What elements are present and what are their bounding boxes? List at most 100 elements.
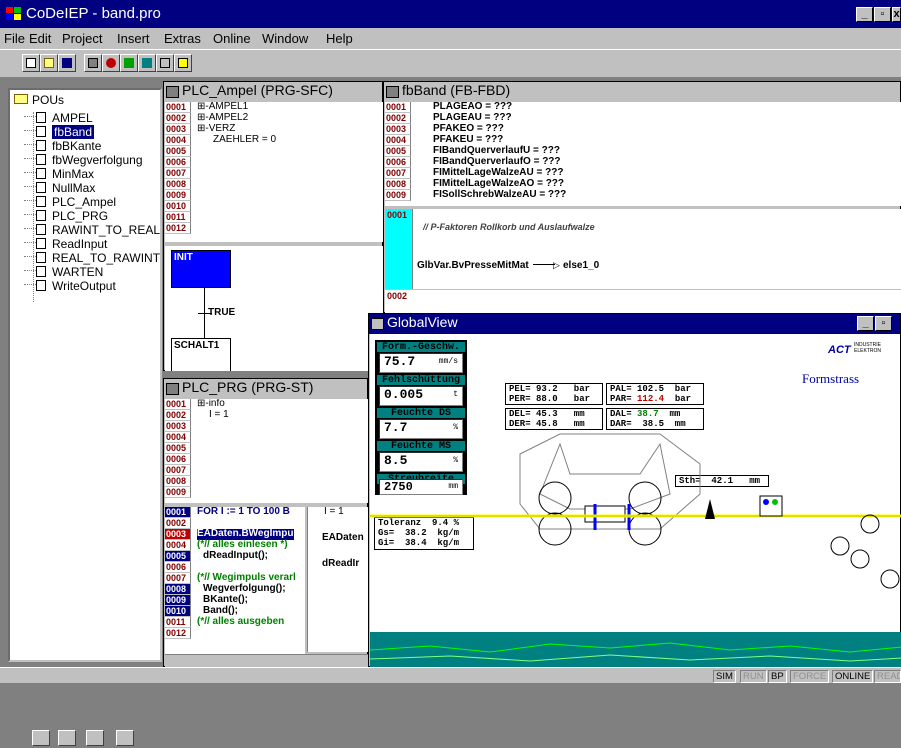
menu-help[interactable]: Help <box>326 31 353 46</box>
line-number: 0002 <box>385 113 411 124</box>
minimize-button[interactable]: _ <box>856 7 873 22</box>
plc-prg-title: PLC_PRG (PRG-ST) <box>182 379 314 395</box>
folder-icon <box>14 94 28 104</box>
line-number: 0008 <box>385 179 411 190</box>
sfc-diagram[interactable]: INIT TRUE SCHALT1 <box>165 246 383 371</box>
visualization-icon <box>371 318 384 330</box>
globalview-title: GlobalView <box>387 314 458 330</box>
roller-upper-left <box>538 481 572 515</box>
line-number: 0003 <box>165 529 191 540</box>
line-number: 0010 <box>165 606 191 617</box>
menu-file[interactable]: File <box>4 31 25 46</box>
status-online: ONLINE <box>832 670 874 683</box>
new-file-icon <box>26 58 36 68</box>
menu-insert[interactable]: Insert <box>117 31 150 46</box>
tab-data-types[interactable] <box>58 730 76 746</box>
gv-maximize-button[interactable]: ▫ <box>875 316 892 331</box>
menu-project[interactable]: Project <box>62 31 102 46</box>
step-button[interactable] <box>138 54 156 72</box>
globalview-titlebar[interactable]: GlobalView _ ▫ <box>369 314 900 334</box>
function-icon <box>36 266 46 277</box>
menu-edit[interactable]: Edit <box>29 31 51 46</box>
code-line: ZAEHLER = 0 <box>213 134 277 145</box>
plc-ampel-title: PLC_Ampel (PRG-SFC) <box>182 82 333 98</box>
code-line: I = 1 <box>209 409 229 420</box>
login-button[interactable] <box>84 54 102 72</box>
line-number: 0009 <box>165 190 191 201</box>
roller-outlet-4 <box>880 569 900 589</box>
fbd-network-editor[interactable]: 0001 // P-Faktoren Rollkorb und Auslaufw… <box>385 209 901 313</box>
fbd-jump-label[interactable]: else1_0 <box>563 260 599 272</box>
visualization-canvas: Form.-Geschw. 75.7 mm/s Fehlschüttung 0.0… <box>370 334 901 667</box>
menu-extras[interactable]: Extras <box>164 31 201 46</box>
menu-online[interactable]: Online <box>213 31 251 46</box>
open-folder-icon <box>44 58 54 68</box>
status-run: RUN <box>740 670 767 683</box>
monitor-value: dReadIr <box>322 558 360 569</box>
logout-button[interactable] <box>102 54 120 72</box>
line-number: 0001 <box>165 102 191 113</box>
globalview-window: GlobalView _ ▫ Form.-Geschw. 75.7 mm/s Fe… <box>368 313 901 667</box>
line-number: 0006 <box>385 157 411 168</box>
toolbar <box>0 49 901 78</box>
run-button[interactable] <box>120 54 138 72</box>
find-button[interactable] <box>174 54 192 72</box>
status-bar: SIM RUN BP FORCE ONLINE READ <box>0 667 901 683</box>
status-lamp-box <box>759 495 783 517</box>
print-button[interactable] <box>156 54 174 72</box>
function-icon <box>36 168 46 179</box>
network-margin <box>385 209 413 289</box>
line-number: 0003 <box>385 124 411 135</box>
line-number: 0007 <box>385 168 411 179</box>
ampel-declarations[interactable]: 0001 0002 0003 0004 0005 0006 0007 0008 … <box>165 102 383 242</box>
run-icon <box>124 58 134 68</box>
machine-schematic <box>370 433 901 667</box>
line-number: 0005 <box>165 443 191 454</box>
monitor-value: EADaten <box>322 532 364 543</box>
roller-outlet-3 <box>850 549 870 569</box>
save-button[interactable] <box>58 54 76 72</box>
stop-icon <box>106 58 116 68</box>
new-button[interactable] <box>22 54 40 72</box>
line-number: 0004 <box>165 135 191 146</box>
code-line: FISollSchrebWalzeAU = ??? <box>433 189 567 200</box>
program-icon <box>36 196 46 207</box>
sfc-step-schalt1[interactable]: SCHALT1 <box>171 338 231 371</box>
close-button[interactable]: x <box>892 7 901 22</box>
function-icon <box>36 252 46 263</box>
tab-resources[interactable] <box>116 730 134 746</box>
network-comment: // P-Faktoren Rollkorb und Auslaufwalze <box>423 222 595 232</box>
fbd-connection <box>533 264 555 265</box>
function-icon <box>36 280 46 291</box>
menu-window[interactable]: Window <box>262 31 308 46</box>
tree-connector <box>33 112 34 302</box>
sfc-init-step[interactable]: INIT <box>171 250 231 288</box>
function-block-icon <box>36 140 46 151</box>
function-icon <box>36 224 46 235</box>
line-number: 0001 <box>165 507 191 518</box>
horizontal-scrollbar[interactable] <box>165 654 368 667</box>
save-icon <box>62 58 72 68</box>
gv-minimize-button[interactable]: _ <box>857 316 874 331</box>
prg-body-editor[interactable]: 0001 0002 0003 0004 0005 0006 0007 0008 … <box>165 507 305 667</box>
maximize-button[interactable]: ▫ <box>874 7 891 22</box>
fbband-titlebar[interactable]: fbBand (FB-FBD) <box>384 82 900 102</box>
line-number: 0003 <box>165 124 191 135</box>
status-lamp-blue <box>763 499 769 505</box>
tab-visualizations[interactable] <box>86 730 104 746</box>
plc-ampel-titlebar[interactable]: PLC_Ampel (PRG-SFC) <box>164 82 382 102</box>
prg-declarations[interactable]: 0001 0002 0003 0004 0005 0006 0007 0008 … <box>165 399 368 503</box>
roller-outlet-2 <box>830 536 850 556</box>
fbband-declarations[interactable]: 0001 0002 0003 0004 0005 0006 0007 0008 … <box>385 102 901 206</box>
step-icon <box>142 58 152 68</box>
plc-prg-titlebar[interactable]: PLC_PRG (PRG-ST) <box>164 379 367 399</box>
pou-window-icon <box>166 86 179 98</box>
plc-ampel-window: PLC_Ampel (PRG-SFC) 0001 0002 0003 0004 … <box>163 81 383 371</box>
fbd-input-variable[interactable]: GlbVar.BvPresseMitMat <box>417 260 529 272</box>
tab-pous[interactable] <box>32 730 50 746</box>
roller-upper-right <box>628 481 662 515</box>
app-icon <box>6 7 21 20</box>
open-button[interactable] <box>40 54 58 72</box>
belt-path <box>539 442 671 510</box>
line-number: 0007 <box>165 465 191 476</box>
